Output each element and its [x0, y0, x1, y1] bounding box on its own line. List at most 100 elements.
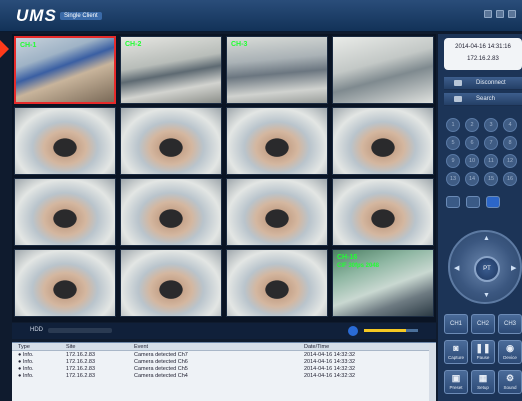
camera-stream-info: CIF 30fps 2048: [337, 263, 380, 269]
channel-button-5[interactable]: 5: [446, 136, 460, 150]
log-cell: 2014-04-16 14:33:32: [304, 358, 356, 365]
ptz-center-button[interactable]: PT: [474, 256, 500, 282]
camera-feed: [121, 250, 221, 316]
channel-switch-button[interactable]: CH1: [444, 314, 468, 334]
layout-1x1-button[interactable]: [446, 196, 460, 208]
camera-feed: [121, 108, 221, 174]
disconnect-button[interactable]: Disconnect: [444, 77, 522, 90]
maximize-icon[interactable]: [496, 10, 504, 18]
action-label: Preset: [449, 385, 463, 390]
device-icon: ◉: [506, 343, 514, 353]
camera-tile-1[interactable]: CH-1: [14, 36, 116, 104]
log-row[interactable]: ● Info. 172.16.2.83 Camera detected Ch7 201…: [12, 351, 436, 358]
layout-2x2-button[interactable]: [466, 196, 480, 208]
camera-feed: [15, 108, 115, 174]
channel-button-11[interactable]: 11: [484, 154, 498, 168]
current-datetime: 2014-04-16 14:31:16: [455, 44, 511, 50]
selection-arrow-icon: [0, 40, 9, 58]
title-bar: UMS Single Client: [0, 0, 522, 32]
log-cell: ● Info.: [18, 365, 34, 372]
camera-tile-2[interactable]: CH-2: [120, 36, 222, 104]
volume-icon[interactable]: [348, 326, 358, 336]
camera-tile-5[interactable]: [14, 107, 116, 175]
camera-tile-16[interactable]: CH-16 CIF 30fps 2048: [332, 249, 434, 317]
channel-button-16[interactable]: 16: [503, 172, 517, 186]
log-cell: 172.16.2.83: [66, 365, 96, 372]
search-button[interactable]: Search: [444, 93, 522, 106]
channel-switch-button[interactable]: CH2: [471, 314, 495, 334]
log-header-site: Site: [66, 343, 76, 350]
action-label: Sound: [503, 385, 517, 390]
server-ip: 172.16.2.83: [467, 56, 499, 62]
playback-bar: HDD: [12, 323, 436, 339]
channel-button-2[interactable]: 2: [465, 118, 479, 132]
camera-tile-9[interactable]: [14, 178, 116, 246]
log-header: Type Site Event Date/Time: [12, 343, 436, 351]
volume-slider[interactable]: [364, 329, 418, 332]
log-row[interactable]: ● Info. 172.16.2.83 Camera detected Ch5 201…: [12, 365, 436, 372]
log-cell: ● Info.: [18, 372, 34, 379]
log-scrollbar[interactable]: [429, 343, 436, 401]
action-label: Setup: [477, 385, 489, 390]
close-icon[interactable]: [508, 10, 516, 18]
sound-button[interactable]: ⚙ Sound: [498, 370, 522, 394]
camera-feed: [227, 108, 327, 174]
log-cell: 2014-04-16 14:32:32: [304, 372, 356, 379]
channel-button-15[interactable]: 15: [484, 172, 498, 186]
log-row[interactable]: ● Info. 172.16.2.83 Camera detected Ch6 201…: [12, 358, 436, 365]
channel-button-13[interactable]: 13: [446, 172, 460, 186]
log-cell: ● Info.: [18, 358, 34, 365]
disconnect-icon: [454, 80, 462, 86]
ptz-left-icon[interactable]: ◀: [454, 264, 459, 272]
log-cell: 172.16.2.83: [66, 351, 96, 358]
channel-button-8[interactable]: 8: [503, 136, 517, 150]
log-header-datetime: Date/Time: [304, 343, 330, 350]
ptz-control-pad[interactable]: ▲ ▼ ◀ ▶ PT: [448, 230, 522, 304]
device-button[interactable]: ◉ Device: [498, 340, 522, 364]
camera-tile-13[interactable]: [14, 249, 116, 317]
log-cell: ● Info.: [18, 351, 34, 358]
channel-button-9[interactable]: 9: [446, 154, 460, 168]
log-row[interactable]: ● Info. 172.16.2.83 Camera detected Ch4 201…: [12, 372, 436, 379]
log-cell: 172.16.2.83: [66, 358, 96, 365]
camera-tile-7[interactable]: [226, 107, 328, 175]
channel-button-1[interactable]: 1: [446, 118, 460, 132]
log-cell: Camera detected Ch5: [134, 365, 188, 372]
layout-4x4-button[interactable]: [486, 196, 500, 208]
camera-tile-4[interactable]: [332, 36, 434, 104]
channel-button-14[interactable]: 14: [465, 172, 479, 186]
channel-button-12[interactable]: 12: [503, 154, 517, 168]
camera-tile-3[interactable]: CH-3: [226, 36, 328, 104]
camera-tile-6[interactable]: [120, 107, 222, 175]
action-label: Capture: [447, 355, 464, 360]
minimize-icon[interactable]: [484, 10, 492, 18]
ptz-right-icon[interactable]: ▶: [511, 264, 516, 272]
setup-button[interactable]: ▦ Setup: [471, 370, 495, 394]
search-label: Search: [476, 96, 496, 102]
channel-button-6[interactable]: 6: [465, 136, 479, 150]
camera-feed: [333, 179, 433, 245]
channel-button-4[interactable]: 4: [503, 118, 517, 132]
ptz-up-icon[interactable]: ▲: [483, 235, 490, 242]
camera-tile-12[interactable]: [332, 178, 434, 246]
channel-switch-button[interactable]: CH3: [498, 314, 522, 334]
control-panel: 2014-04-16 14:31:16 172.16.2.83 Disconne…: [438, 34, 522, 401]
preset-button[interactable]: ▣ Preset: [444, 370, 468, 394]
channel-button-3[interactable]: 3: [484, 118, 498, 132]
channel-button-7[interactable]: 7: [484, 136, 498, 150]
pause-button[interactable]: ❚❚ Pause: [471, 340, 495, 364]
capture-icon: ◙: [453, 343, 459, 353]
camera-tile-15[interactable]: [226, 249, 328, 317]
camera-feed: [333, 37, 433, 103]
camera-tile-8[interactable]: [332, 107, 434, 175]
capture-button[interactable]: ◙ Capture: [444, 340, 468, 364]
camera-tile-11[interactable]: [226, 178, 328, 246]
app-subtitle: Single Client: [60, 12, 102, 20]
camera-tile-14[interactable]: [120, 249, 222, 317]
log-header-event: Event: [134, 343, 149, 350]
action-label: Device: [503, 355, 517, 360]
channel-button-10[interactable]: 10: [465, 154, 479, 168]
hdd-label: HDD: [30, 327, 43, 333]
camera-tile-10[interactable]: [120, 178, 222, 246]
ptz-down-icon[interactable]: ▼: [483, 292, 490, 299]
